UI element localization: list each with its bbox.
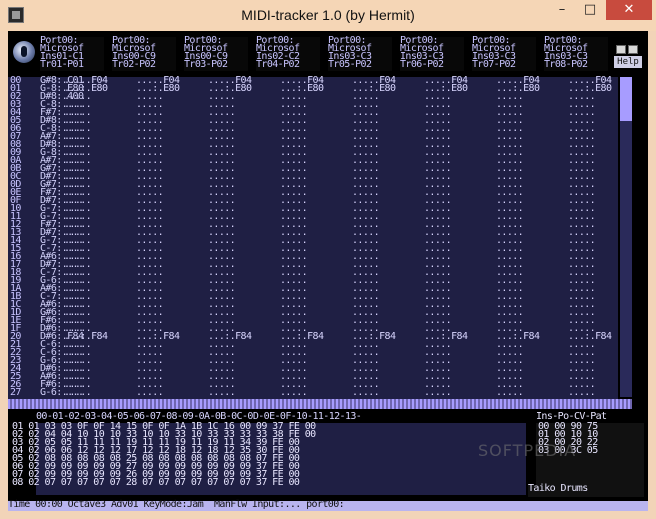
vertical-scrollbar[interactable] <box>620 77 632 397</box>
channel-header[interactable]: Port00: Microsof Ins03-C3 Tr07-P02 <box>472 36 536 71</box>
channel-track-label: Tr08-P02 <box>544 59 588 70</box>
channel-header[interactable]: Port00: Microsof Ins02-C2 Tr04-P02 <box>256 36 320 71</box>
pattern-cell[interactable]: ..... <box>424 388 452 398</box>
order-row[interactable]: 08 02 07 07 07 07 07 28 07 07 07 07 07 0… <box>12 478 300 488</box>
pattern-cell[interactable]: ..... <box>352 388 380 398</box>
minimize-button[interactable]: – <box>548 0 576 20</box>
channel-column[interactable]: .....F04 ...:.E80........................… <box>136 76 198 398</box>
pattern-cell[interactable]: ..... <box>136 388 164 398</box>
logo-icon <box>13 41 35 63</box>
channel-header[interactable]: Port00: Microsof Ins01-C1 Tr01-P01 <box>40 36 104 71</box>
channel-column[interactable]: .....F04 ...:.E80........................… <box>64 76 126 398</box>
channel-track-label: Tr04-P02 <box>256 59 300 70</box>
close-small-icon[interactable] <box>628 45 638 54</box>
close-button[interactable]: ✕ <box>606 0 652 20</box>
channel-header[interactable]: Port00: Microsof Ins00-C9 Tr02-P02 <box>112 36 176 71</box>
help-button[interactable]: Help <box>614 56 642 68</box>
channel-track-label: Tr07-P02 <box>472 59 516 70</box>
channel-column[interactable]: .....F04 ...:.E80........................… <box>424 76 486 398</box>
pattern-cell[interactable]: ..... <box>64 388 92 398</box>
pattern-cell[interactable]: ..... <box>568 388 596 398</box>
channel-header[interactable]: Port00: Microsof Ins03-C3 Tr06-P02 <box>400 36 464 71</box>
pattern-cell[interactable]: ..... <box>208 388 236 398</box>
row-number: 27 <box>10 387 21 398</box>
pattern-cell[interactable]: ..... <box>496 388 524 398</box>
instrument-name: Taiko Drums <box>528 484 644 497</box>
channel-track-label: Tr05-P02 <box>328 59 372 70</box>
watermark: SOFTPEDIA <box>478 441 577 460</box>
channel-track-label: Tr01-P01 <box>40 59 84 70</box>
title-bar: MIDI-tracker 1.0 (by Hermit) – □ ✕ <box>0 0 656 31</box>
channel-column[interactable]: .....F04 ...:.E80........................… <box>280 76 342 398</box>
maximize-button[interactable]: □ <box>576 0 604 20</box>
channel-column[interactable]: .....F04 ...:.E80........................… <box>496 76 558 398</box>
channel-track-label: Tr03-P02 <box>184 59 228 70</box>
restore-icon[interactable] <box>616 45 626 54</box>
pattern-cell[interactable]: ..... <box>280 388 308 398</box>
tracker-client: Port00: Microsof Ins01-C1 Tr01-P01 Port00: Mi… <box>8 31 648 511</box>
channel-header[interactable]: Port00: Microsof Ins03-C3 Tr05-P02 <box>328 36 392 71</box>
status-bar: Time 00:00 Octave3 Adv01 KeyMode:Jam Man… <box>8 500 648 511</box>
channel-track-label: Tr06-P02 <box>400 59 444 70</box>
channel-track-label: Tr02-P02 <box>112 59 156 70</box>
channel-header[interactable]: Port00: Microsof Ins00-C9 Tr03-P02 <box>184 36 248 71</box>
channel-column[interactable]: .....F04 ...:.E80........................… <box>208 76 270 398</box>
vertical-scroll-thumb[interactable] <box>620 77 632 121</box>
row-numbers: 00 01 02 03 04 05 06 07 08 09 0A 0B 0C 0D 0E 0F 10 11 12 13… <box>8 76 34 398</box>
horizontal-scrollbar[interactable] <box>8 399 632 409</box>
channel-header[interactable]: Port00: Microsof Ins03-C3 Tr08-P02 <box>544 36 608 71</box>
channel-column[interactable]: .....F04 ...:.E80........................… <box>352 76 414 398</box>
